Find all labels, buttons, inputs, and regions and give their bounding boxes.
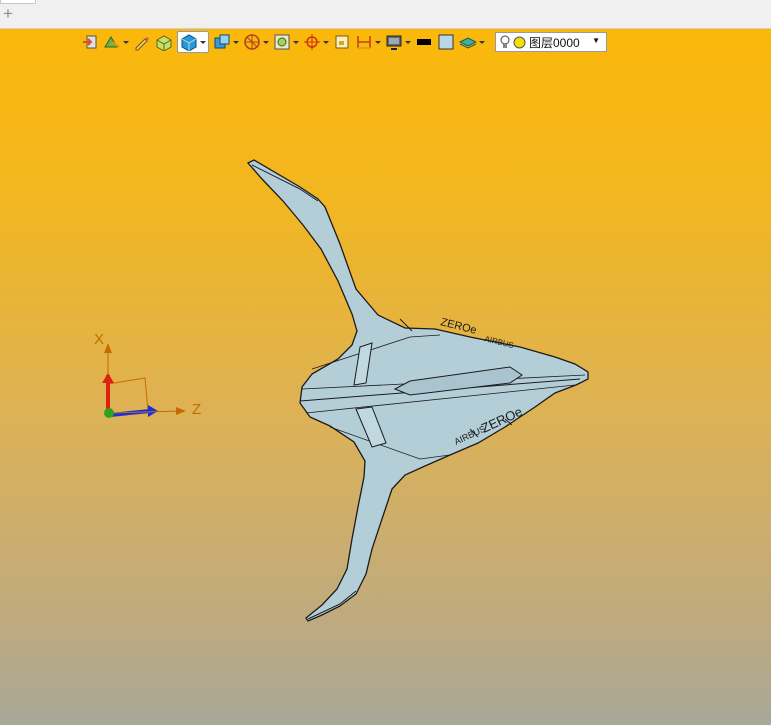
3d-viewport[interactable]: 图层0000 ▼ X Z ZEROe AIRBUS ZEROe AIRBUS [0,29,771,725]
aircraft-model[interactable]: ZEROe AIRBUS ZEROe AIRBUS [0,29,771,725]
new-tab-button[interactable]: + [1,5,15,22]
tab-strip: + [0,0,771,29]
